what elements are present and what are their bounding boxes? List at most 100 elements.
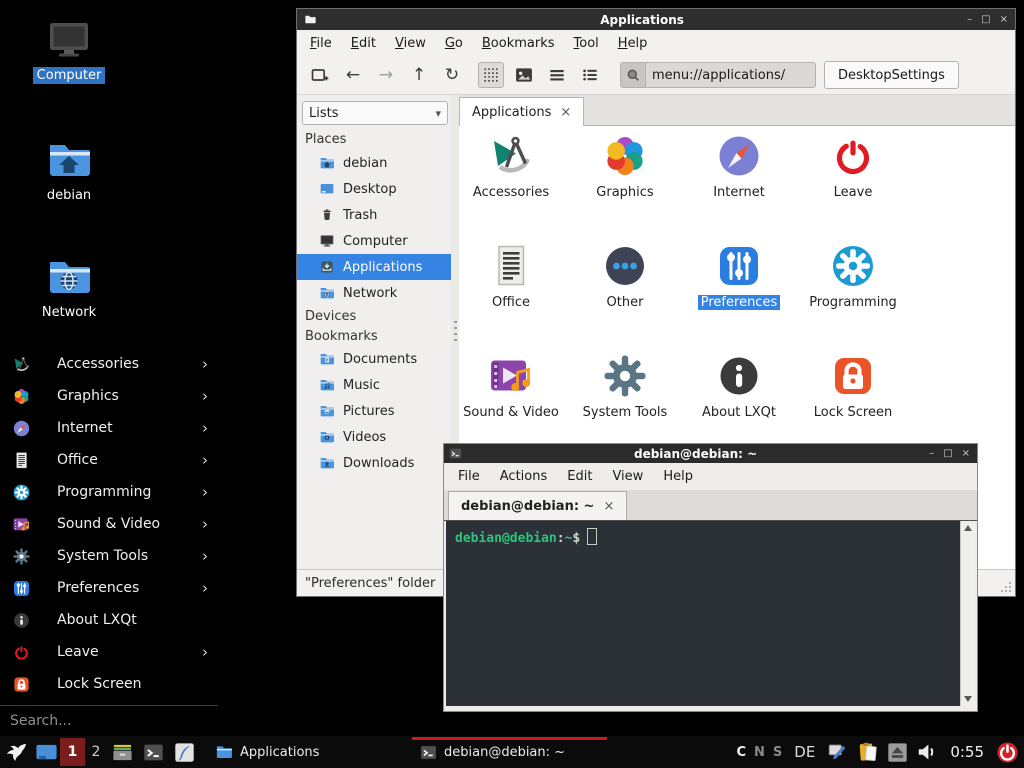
volume-icon[interactable]: [916, 741, 938, 763]
close-button[interactable]: ×: [1000, 14, 1008, 25]
detailed-view-button[interactable]: [577, 62, 603, 88]
quicklaunch-terminal-button[interactable]: [138, 742, 169, 763]
scroll-down-icon[interactable]: [964, 696, 972, 702]
up-button[interactable]: ↑: [406, 62, 432, 88]
menu-search-input[interactable]: Search...: [0, 705, 218, 735]
scrolllock-indicator[interactable]: S: [773, 745, 782, 760]
sidebar-item-home[interactable]: debian: [297, 150, 451, 176]
desktop-icon-computer[interactable]: Computer: [20, 16, 118, 84]
grid-item-other[interactable]: Other: [570, 242, 680, 347]
sidebar-item-documents[interactable]: Documents: [297, 346, 451, 372]
menu-item-sound-video[interactable]: Sound & Video›: [0, 508, 218, 540]
menu-item-leave[interactable]: Leave›: [0, 636, 218, 668]
sidebar-item-network[interactable]: Network: [297, 280, 451, 306]
tab-close-icon[interactable]: ×: [560, 105, 571, 120]
workspace-1-button[interactable]: 1: [60, 738, 85, 766]
new-tab-button[interactable]: [307, 62, 333, 88]
power-button[interactable]: [996, 741, 1019, 764]
grid-item-preferences[interactable]: Preferences: [684, 242, 794, 347]
sidebar-mode-select[interactable]: Lists ▾: [302, 101, 448, 125]
menu-item-lock-screen[interactable]: Lock Screen: [0, 668, 218, 700]
fm-menu-view[interactable]: View: [395, 36, 426, 51]
terminal-menu-view[interactable]: View: [612, 469, 643, 484]
terminal-menu-help[interactable]: Help: [663, 469, 693, 484]
menu-item-graphics[interactable]: Graphics›: [0, 380, 218, 412]
close-button[interactable]: ×: [962, 448, 970, 459]
sidebar-item-trash[interactable]: Trash: [297, 202, 451, 228]
desktop-settings-button[interactable]: DesktopSettings: [824, 61, 959, 89]
menu-item-preferences[interactable]: Preferences›: [0, 572, 218, 604]
fm-menu-bookmarks[interactable]: Bookmarks: [482, 36, 555, 51]
quicklaunch-archiver-button[interactable]: [107, 741, 138, 764]
forward-button[interactable]: →: [373, 62, 399, 88]
icon-view-button[interactable]: [478, 62, 504, 88]
removable-media-icon[interactable]: [887, 742, 908, 763]
menu-item-system-tools[interactable]: System Tools›: [0, 540, 218, 572]
tab-close-icon[interactable]: ×: [603, 499, 614, 514]
fm-titlebar[interactable]: Applications – □ ×: [297, 9, 1015, 30]
back-button[interactable]: ←: [340, 62, 366, 88]
fm-menu-go[interactable]: Go: [445, 36, 463, 51]
sidebar-item-videos[interactable]: Videos: [297, 424, 451, 450]
sidebar-item-applications[interactable]: Applications: [297, 254, 451, 280]
grid-item-internet[interactable]: Internet: [684, 132, 794, 237]
grid-item-about-lxqt[interactable]: About LXQt: [684, 352, 794, 457]
terminal-menu-edit[interactable]: Edit: [567, 469, 592, 484]
terminal-menu-actions[interactable]: Actions: [500, 469, 548, 484]
grid-item-graphics[interactable]: Graphics: [570, 132, 680, 237]
terminal-menu-file[interactable]: File: [458, 469, 480, 484]
address-lens-chip: [621, 63, 646, 87]
fm-menu-tool[interactable]: Tool: [574, 36, 599, 51]
show-desktop-button[interactable]: [33, 741, 60, 764]
minimize-button[interactable]: –: [967, 14, 972, 25]
fm-menu-help[interactable]: Help: [618, 36, 648, 51]
menu-item-accessories[interactable]: Accessories›: [0, 348, 218, 380]
thumbnail-view-button[interactable]: [511, 62, 537, 88]
minimize-button[interactable]: –: [929, 448, 934, 459]
fm-menu-file[interactable]: File: [310, 36, 332, 51]
menu-item-internet[interactable]: Internet›: [0, 412, 218, 444]
screenshot-tray-icon[interactable]: [827, 741, 849, 763]
workspace-2-button[interactable]: 2: [85, 738, 107, 766]
sidebar-item-pictures[interactable]: Pictures: [297, 398, 451, 424]
terminal-titlebar[interactable]: debian@debian: ~ – □ ×: [444, 444, 977, 463]
menu-item-about-lxqt[interactable]: About LXQt: [0, 604, 218, 636]
start-menu-button[interactable]: [0, 741, 33, 764]
grid-item-programming[interactable]: Programming: [798, 242, 908, 347]
quicklaunch-editor-button[interactable]: [169, 742, 200, 763]
grid-item-system-tools[interactable]: System Tools: [570, 352, 680, 457]
scroll-up-icon[interactable]: [964, 525, 972, 531]
reload-button[interactable]: ↻: [439, 62, 465, 88]
task-terminal[interactable]: debian@debian: ~: [412, 736, 607, 768]
compact-view-button[interactable]: [544, 62, 570, 88]
terminal-tab[interactable]: debian@debian: ~ ×: [448, 491, 627, 520]
menu-item-office[interactable]: Office›: [0, 444, 218, 476]
clock[interactable]: 0:55: [950, 743, 984, 761]
maximize-button[interactable]: □: [981, 14, 990, 25]
desktop-icon-home[interactable]: debian: [20, 136, 118, 204]
grid-item-sound-video[interactable]: Sound & Video: [459, 352, 566, 457]
resize-grip[interactable]: [1000, 581, 1012, 593]
trash-icon: [319, 207, 335, 223]
maximize-button[interactable]: □: [943, 448, 952, 459]
clipboard-tray-icon[interactable]: [857, 741, 879, 763]
grid-item-leave[interactable]: Leave: [798, 132, 908, 237]
terminal-screen[interactable]: debian@debian:~$: [446, 521, 960, 706]
terminal-scrollbar[interactable]: [960, 521, 975, 706]
keyboard-layout-indicator[interactable]: DE: [794, 743, 815, 761]
capslock-indicator[interactable]: C: [736, 745, 746, 760]
numlock-indicator[interactable]: N: [754, 745, 765, 760]
sidebar-item-downloads[interactable]: Downloads: [297, 450, 451, 476]
tab-applications[interactable]: Applications ×: [459, 97, 584, 126]
sidebar-item-music[interactable]: Music: [297, 372, 451, 398]
desktop-icon-network[interactable]: Network: [20, 253, 118, 321]
grid-item-accessories[interactable]: Accessories: [459, 132, 566, 237]
fm-menu-edit[interactable]: Edit: [351, 36, 376, 51]
task-file-manager[interactable]: Applications: [207, 736, 402, 768]
address-bar[interactable]: menu://applications/: [620, 62, 816, 88]
sidebar-item-desktop[interactable]: Desktop: [297, 176, 451, 202]
grid-item-lock-screen[interactable]: Lock Screen: [798, 352, 908, 457]
sidebar-item-computer[interactable]: Computer: [297, 228, 451, 254]
grid-item-office[interactable]: Office: [459, 242, 566, 347]
menu-item-programming[interactable]: Programming›: [0, 476, 218, 508]
